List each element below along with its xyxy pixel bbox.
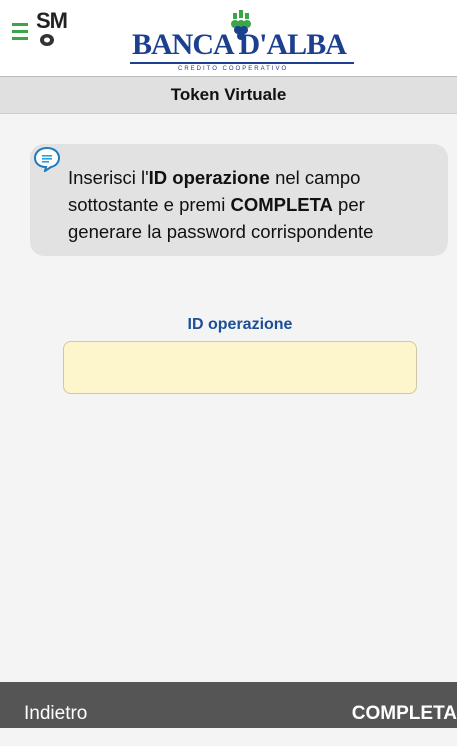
id-operazione-label: ID operazione	[187, 316, 293, 333]
logo-divider	[130, 62, 354, 64]
bank-name: BANCA D'ALBA	[132, 28, 347, 61]
sm-gear-icon	[40, 34, 54, 46]
id-operazione-input[interactable]	[63, 341, 417, 394]
bottom-bar: Indietro COMPLETA	[0, 682, 457, 728]
bank-logo: BANCA D'ALBA CREDITO COOPERATIVO	[130, 10, 354, 72]
instructions-part-1: Inserisci l'	[68, 167, 149, 188]
bank-subtitle: CREDITO COOPERATIVO	[178, 66, 289, 72]
hamburger-menu-icon[interactable]	[12, 23, 28, 41]
instructions-complete-bold: COMPLETA	[230, 194, 333, 215]
instructions-text: Inserisci l'ID operazione nel campo sott…	[68, 164, 438, 245]
instructions-id-bold: ID operazione	[148, 167, 270, 188]
complete-button[interactable]: COMPLETA	[352, 682, 457, 746]
chat-bubble-icon	[33, 146, 61, 172]
instructions-bubble: Inserisci l'ID operazione nel campo sott…	[30, 144, 448, 256]
page-title: Token Virtuale	[0, 76, 457, 114]
back-button[interactable]: Indietro	[24, 682, 87, 746]
sm-logo: SM	[36, 8, 68, 33]
app-header: SM BANCA D'ALBA CREDITO COOPERATIVO	[0, 0, 457, 76]
